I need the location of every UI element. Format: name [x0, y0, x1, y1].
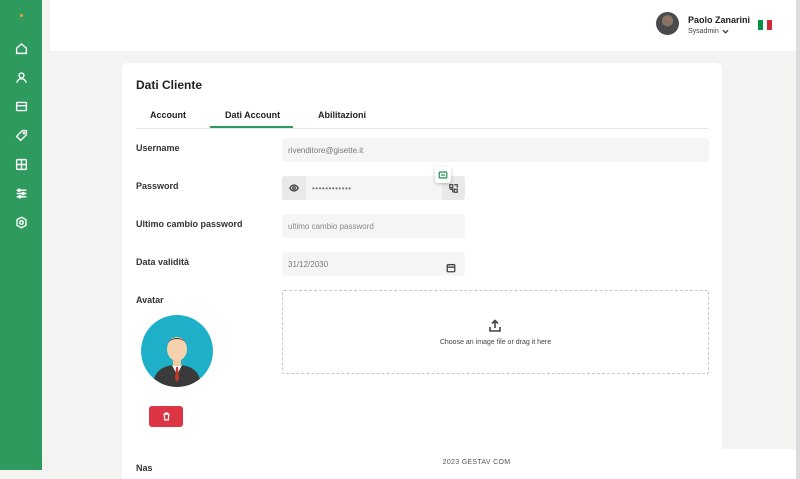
tab-abilitazioni[interactable]: Abilitazioni	[318, 110, 366, 120]
last-change-input[interactable]	[288, 221, 465, 231]
active-tab-indicator	[210, 126, 293, 128]
validity-date-value: 31/12/2030	[288, 259, 329, 269]
validity-label: Data validità	[136, 257, 190, 267]
person-avatar-icon	[153, 337, 201, 387]
delete-avatar-button[interactable]	[149, 406, 183, 427]
password-field[interactable]: ••••••••••••	[306, 176, 442, 200]
validity-date-field[interactable]: 31/12/2030	[282, 252, 465, 276]
dropzone-text: Choose an image file or drag it here	[439, 339, 552, 346]
username-label: Username	[136, 143, 180, 153]
show-password-button[interactable]	[282, 176, 306, 200]
tag-icon[interactable]	[13, 127, 29, 143]
page-title: Dati Cliente	[136, 78, 203, 92]
logo	[20, 14, 23, 17]
last-change-field[interactable]	[282, 214, 465, 238]
settings-icon[interactable]	[13, 214, 29, 230]
sidebar	[0, 0, 42, 470]
calendar-icon[interactable]	[446, 260, 456, 273]
user-role-label: Sysadmin	[688, 28, 719, 35]
tabs-divider	[136, 128, 709, 129]
grid-icon[interactable]	[13, 156, 29, 172]
user-name[interactable]: Paolo Zanarini	[688, 15, 750, 25]
flag-stripe-red	[767, 20, 773, 30]
eye-icon	[289, 184, 299, 192]
password-label: Password	[136, 181, 179, 191]
partial-label: Nas	[136, 463, 153, 473]
upload-icon	[488, 319, 502, 333]
italian-flag-icon[interactable]	[758, 20, 773, 30]
qr-icon	[449, 183, 458, 193]
tab-account[interactable]: Account	[150, 110, 186, 120]
user-role-dropdown[interactable]: Sysadmin	[688, 28, 729, 35]
avatar-label: Avatar	[136, 295, 164, 305]
last-change-label: Ultimo cambio password	[136, 219, 243, 229]
password-manager-icon	[438, 171, 448, 179]
user-icon[interactable]	[13, 69, 29, 85]
username-input[interactable]	[288, 145, 709, 155]
username-field[interactable]	[282, 138, 709, 162]
chevron-down-icon	[722, 29, 729, 34]
password-manager-button[interactable]	[435, 167, 451, 183]
customer-avatar	[141, 315, 213, 387]
tab-dati-account[interactable]: Dati Account	[225, 110, 280, 120]
scrollbar-track[interactable]	[796, 0, 800, 479]
user-avatar[interactable]	[656, 12, 679, 35]
trash-icon	[163, 412, 169, 421]
top-bar	[50, 0, 800, 51]
sliders-icon[interactable]	[13, 185, 29, 201]
home-icon[interactable]	[13, 40, 29, 56]
card-icon[interactable]	[13, 98, 29, 114]
footer-text: 2023 GESTAV COM	[442, 459, 511, 466]
